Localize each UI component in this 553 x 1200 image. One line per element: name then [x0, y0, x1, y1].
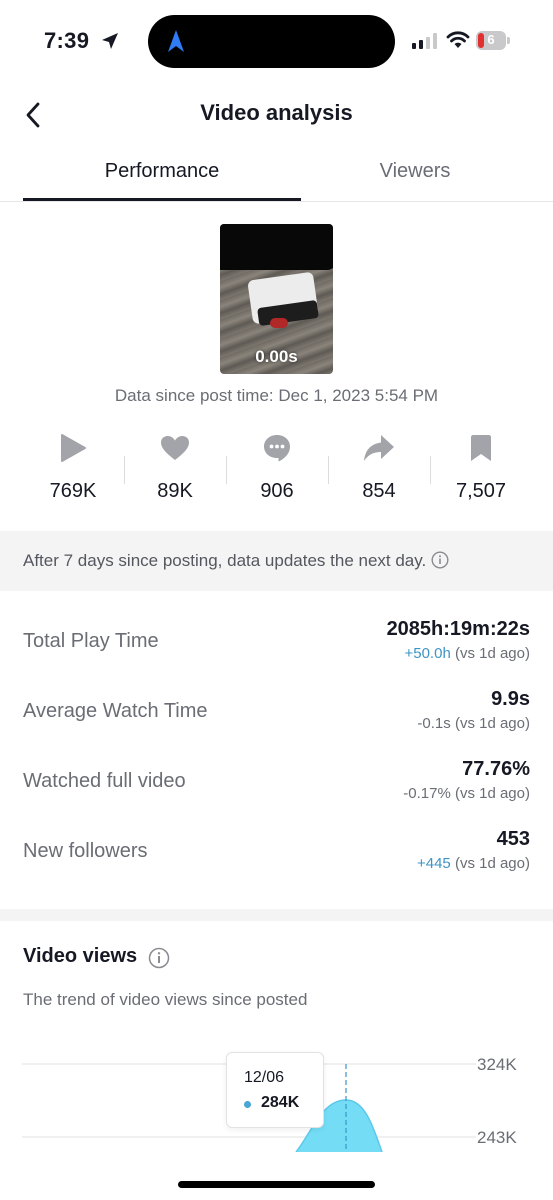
status-bar: 7:39 6 [0, 0, 553, 84]
metric-value: 77.76% [462, 758, 530, 780]
metric-label: Average Watch Time [23, 700, 208, 722]
metric-delta-suffix: (vs 1d ago) [454, 785, 530, 802]
metric-delta-suffix: (vs 1d ago) [454, 715, 530, 732]
engagement-stats: 769K 89K 906 854 7,507 [22, 430, 532, 510]
stat-likes: 89K [124, 430, 226, 510]
metric-delta-suffix: (vs 1d ago) [454, 645, 530, 662]
location-arrow-icon [102, 33, 118, 49]
heart-icon [161, 436, 189, 460]
stat-value: 769K [49, 480, 97, 502]
wifi-icon [446, 31, 470, 48]
stat-comments: 906 [226, 430, 328, 510]
section-separator [0, 909, 553, 921]
navigation-icon [168, 30, 184, 52]
metric-delta: +50.0h [404, 645, 451, 662]
metric-total-play-time: Total Play Time 2085h:19m:22s +50.0h (vs… [23, 612, 530, 672]
update-notice: After 7 days since posting, data updates… [0, 531, 553, 591]
chart-tooltip: 12/06 284K [226, 1052, 324, 1128]
metric-value: 9.9s [491, 688, 530, 710]
thumbnail-duration: 0.00s [255, 347, 298, 366]
info-icon[interactable] [148, 947, 170, 969]
y-tick-label: 243K [477, 1128, 517, 1147]
page-title: Video analysis [200, 100, 353, 125]
tab-performance[interactable]: Performance [23, 160, 301, 183]
metric-label: New followers [23, 840, 148, 862]
metric-delta: +445 [416, 855, 451, 872]
video-thumbnail[interactable]: 0.00s [220, 224, 333, 374]
battery-indicator: 6 [476, 31, 510, 50]
info-icon[interactable] [431, 551, 449, 569]
data-since-text: Data since post time: Dec 1, 2023 5:54 P… [114, 386, 439, 405]
share-icon [364, 435, 394, 461]
stat-value: 7,507 [455, 480, 507, 502]
metric-value: 2085h:19m:22s [386, 618, 530, 640]
bookmark-icon [471, 435, 491, 461]
dynamic-island [148, 15, 395, 68]
home-indicator[interactable] [178, 1181, 375, 1188]
video-views-title: Video views [23, 945, 138, 967]
stat-favorites: 7,507 [430, 430, 532, 510]
metric-delta-suffix: (vs 1d ago) [454, 855, 530, 872]
comment-icon [264, 435, 290, 462]
status-time: 7:39 [44, 28, 90, 53]
metric-watched-full-video: Watched full video 77.76% -0.17% (vs 1d … [23, 752, 530, 812]
metric-label: Total Play Time [23, 630, 159, 652]
play-icon [61, 434, 86, 462]
battery-level: 6 [487, 32, 495, 47]
metric-delta: -0.1s [417, 715, 451, 732]
series-dot [244, 1101, 251, 1108]
cellular-signal-icon [412, 33, 437, 49]
stat-shares: 854 [328, 430, 430, 510]
metric-delta: -0.17% [403, 785, 451, 802]
video-views-subtitle: The trend of video views since posted [23, 990, 308, 1009]
tab-viewers[interactable]: Viewers [277, 160, 553, 183]
tooltip-date: 12/06 [244, 1069, 285, 1086]
divider [0, 201, 553, 202]
tooltip-value: 284K [261, 1094, 300, 1111]
metric-average-watch-time: Average Watch Time 9.9s -0.1s (vs 1d ago… [23, 682, 530, 742]
stat-value: 906 [260, 480, 294, 502]
metric-new-followers: New followers 453 +445 (vs 1d ago) [23, 822, 530, 882]
stat-plays: 769K [22, 430, 124, 510]
stat-value: 89K [157, 480, 193, 502]
metric-label: Watched full video [23, 770, 186, 792]
notice-text: After 7 days since posting, data updates… [23, 551, 427, 570]
metric-value: 453 [496, 828, 530, 850]
stat-value: 854 [362, 480, 396, 502]
y-tick-label: 324K [477, 1055, 517, 1074]
